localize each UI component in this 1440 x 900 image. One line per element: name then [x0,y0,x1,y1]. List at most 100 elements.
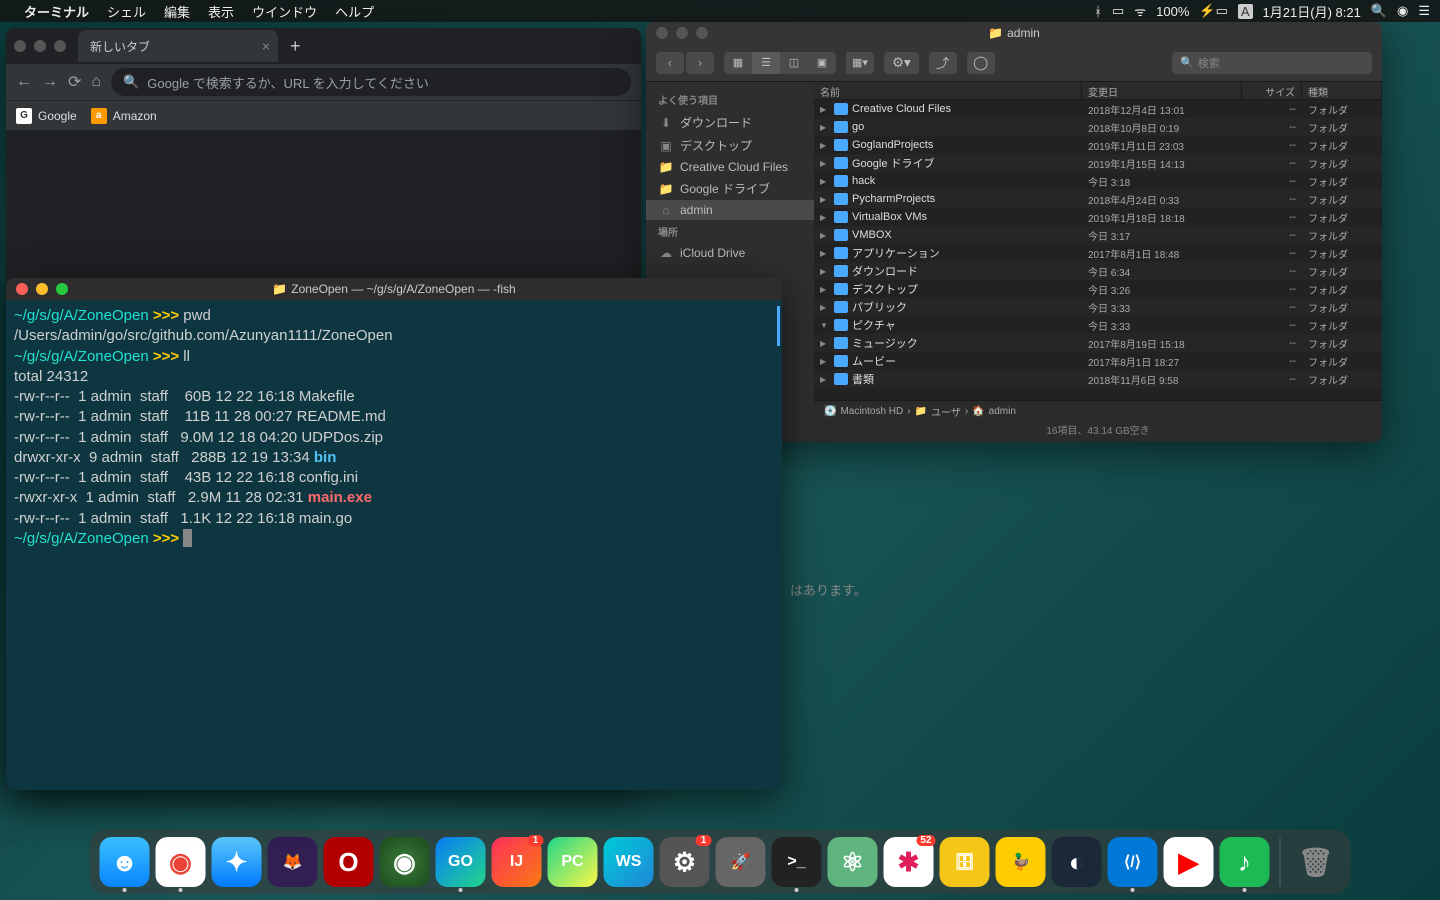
close-icon[interactable]: × [262,38,270,54]
dock-item-slack[interactable]: ✱52 [884,837,934,887]
dock-item-spotify[interactable]: ♪ [1220,837,1270,887]
tags-button[interactable]: ◯ [967,52,995,74]
table-row[interactable]: ▶PycharmProjects2018年4月24日 0:33--フォルダ [814,190,1382,208]
dock-item-app-green[interactable]: ◉ [380,837,430,887]
finder-forward-button[interactable]: › [686,52,714,74]
dock-item-steam[interactable]: ◐ [1052,837,1102,887]
gallery-view-button[interactable]: ▣ [808,52,836,74]
disclosure-triangle[interactable]: ▶ [820,231,830,240]
dock-item-intellij[interactable]: IJ1 [492,837,542,887]
dock-item-trash[interactable]: 🗑 [1291,837,1341,887]
table-row[interactable]: ▶VMBOX今日 3:17--フォルダ [814,226,1382,244]
disclosure-triangle[interactable]: ▶ [820,303,830,312]
table-row[interactable]: ▶書類2018年11月6日 9:58--フォルダ [814,370,1382,388]
table-row[interactable]: ▶hack今日 3:18--フォルダ [814,172,1382,190]
input-source[interactable]: A [1238,4,1253,19]
disclosure-triangle[interactable]: ▶ [820,249,830,258]
bookmark-amazon[interactable]: a Amazon [91,108,157,124]
finder-column-headers[interactable]: 名前 変更日 サイズ 種類 [814,82,1382,100]
sidebar-item[interactable]: ⬇ダウンロード [646,111,814,134]
dock-item-chrome[interactable]: ◉ [156,837,206,887]
omnibox[interactable]: 🔍 Google で検索するか、URL を入力してください [111,68,631,96]
sidebar-item[interactable]: 📁Creative Cloud Files [646,157,814,177]
dock-item-vscode[interactable]: ⟨/⟩ [1108,837,1158,887]
table-row[interactable]: ▶ムービー2017年8月1日 18:27--フォルダ [814,352,1382,370]
table-row[interactable]: ▼ピクチャ今日 3:33--フォルダ [814,316,1382,334]
finder-path-bar[interactable]: 💽Macintosh HD › 📁ユーザ › 🏠admin [814,400,1382,422]
table-row[interactable]: ▶Creative Cloud Files2018年12月4日 13:01--フ… [814,100,1382,118]
table-row[interactable]: ▶アプリケーション2017年8月1日 18:48--フォルダ [814,244,1382,262]
table-row[interactable]: ▶go2018年10月8日 0:19--フォルダ [814,118,1382,136]
terminal-content[interactable]: ~/g/s/g/A/ZoneOpen >>> pwd /Users/admin/… [6,300,782,555]
sidebar-item[interactable]: ⌂admin [646,200,814,220]
scrollbar[interactable] [777,306,780,346]
dock-item-safari[interactable]: ✦ [212,837,262,887]
clock[interactable]: 1月21日(月) 8:21 [1263,2,1361,21]
table-row[interactable]: ▶VirtualBox VMs2019年1月18日 18:18--フォルダ [814,208,1382,226]
chrome-traffic-lights[interactable] [14,40,66,52]
disclosure-triangle[interactable]: ▶ [820,141,830,150]
dock-item-atom[interactable]: ⚛ [828,837,878,887]
menu-shell[interactable]: シェル [107,2,146,21]
disclosure-triangle[interactable]: ▶ [820,105,830,114]
sidebar-item[interactable]: 📁Google ドライブ [646,177,814,200]
finder-search[interactable]: 🔍 検索 [1172,52,1372,74]
sidebar-item[interactable]: ▣デスクトップ [646,134,814,157]
back-button[interactable]: ← [16,73,32,91]
disclosure-triangle[interactable]: ▶ [820,123,830,132]
menu-help[interactable]: ヘルプ [335,2,374,21]
forward-button[interactable]: → [42,73,58,91]
column-view-button[interactable]: ◫ [780,52,808,74]
dock-item-pycharm[interactable]: PC [548,837,598,887]
dock-item-finder[interactable]: ☻ [100,837,150,887]
dock-item-firefox[interactable]: 🦊 [268,837,318,887]
table-row[interactable]: ▶デスクトップ今日 3:26--フォルダ [814,280,1382,298]
spotlight-icon[interactable]: 🔍 [1371,3,1387,19]
battery-icon[interactable]: ▭ [1112,3,1124,19]
disclosure-triangle[interactable]: ▼ [820,321,830,330]
dock-item-launchpad[interactable]: 🚀 [716,837,766,887]
dock-item-goland[interactable]: GO [436,837,486,887]
share-button[interactable]: ⤴ [929,52,957,74]
disclosure-triangle[interactable]: ▶ [820,177,830,186]
disclosure-triangle[interactable]: ▶ [820,375,830,384]
disclosure-triangle[interactable]: ▶ [820,339,830,348]
menu-edit[interactable]: 編集 [164,2,190,21]
new-tab-button[interactable]: + [290,36,301,57]
siri-icon[interactable]: ◉ [1397,3,1408,19]
disclosure-triangle[interactable]: ▶ [820,195,830,204]
bluetooth-icon[interactable]: ᚼ [1094,4,1102,19]
reload-button[interactable]: ⟳ [68,72,81,92]
menu-window[interactable]: ウインドウ [252,2,317,21]
disclosure-triangle[interactable]: ▶ [820,267,830,276]
wifi-icon[interactable]: ᯤ [1134,2,1146,20]
action-button[interactable]: ⚙▾ [884,52,919,74]
finder-view-switcher[interactable]: ▦ ☰ ◫ ▣ [724,52,836,74]
dock-item-opera[interactable]: O [324,837,374,887]
table-row[interactable]: ▶パブリック今日 3:33--フォルダ [814,298,1382,316]
arrange-button[interactable]: ▦▾ [846,52,874,74]
bookmark-google[interactable]: G Google [16,108,77,124]
dock-item-settings[interactable]: ⚙1 [660,837,710,887]
app-menu[interactable]: ターミナル [24,2,89,21]
disclosure-triangle[interactable]: ▶ [820,159,830,168]
finder-traffic-lights[interactable] [656,27,708,39]
home-button[interactable]: ⌂ [91,73,101,91]
disclosure-triangle[interactable]: ▶ [820,357,830,366]
menu-view[interactable]: 表示 [208,2,234,21]
terminal-traffic-lights[interactable] [16,283,68,295]
table-row[interactable]: ▶Google ドライブ2019年1月15日 14:13--フォルダ [814,154,1382,172]
disclosure-triangle[interactable]: ▶ [820,285,830,294]
sidebar-item[interactable]: ☁iCloud Drive [646,243,814,263]
table-row[interactable]: ▶GoglandProjects2019年1月11日 23:03--フォルダ [814,136,1382,154]
finder-back-button[interactable]: ‹ [656,52,684,74]
notification-center-icon[interactable]: ☰ [1418,3,1430,19]
table-row[interactable]: ▶ダウンロード今日 6:34--フォルダ [814,262,1382,280]
icon-view-button[interactable]: ▦ [724,52,752,74]
dock-item-db[interactable]: 🗄 [940,837,990,887]
table-row[interactable]: ▶ミュージック2017年8月19日 15:18--フォルダ [814,334,1382,352]
disclosure-triangle[interactable]: ▶ [820,213,830,222]
list-view-button[interactable]: ☰ [752,52,780,74]
chrome-tab[interactable]: 新しいタブ × [78,30,278,62]
dock-item-webstorm[interactable]: WS [604,837,654,887]
